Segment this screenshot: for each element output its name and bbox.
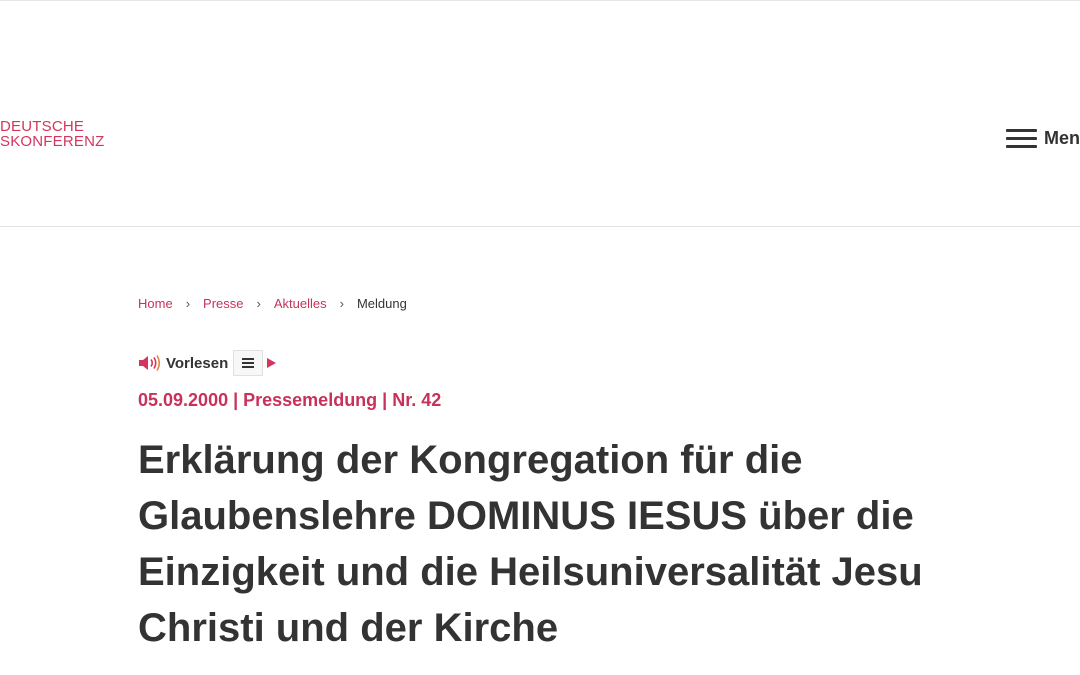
menu-label: Men [1044, 127, 1080, 148]
chevron-right-icon: › [185, 296, 191, 311]
site-header: DEUTSCHE SKONFERENZ Men [0, 0, 1080, 227]
menu-icon [242, 358, 255, 368]
readspeaker-bar: Vorlesen [138, 349, 277, 377]
article-meta: 05.09.2000 | Pressemeldung | Nr. 42 [138, 390, 442, 410]
article-title: Erklärung der Kongregation für die Glaub… [138, 438, 923, 650]
breadcrumb-current: Meldung [356, 296, 407, 311]
hamburger-icon [1004, 127, 1038, 149]
breadcrumb-home-link[interactable]: Home [138, 296, 173, 311]
logo-line-1: DEUTSCHE [0, 118, 85, 135]
chevron-right-icon: › [256, 296, 261, 311]
vorlesen-button[interactable]: Vorlesen [138, 354, 228, 372]
breadcrumb: Home › Presse › Aktuelles › Meldung [138, 296, 407, 311]
menu-button[interactable]: Men [1004, 125, 1080, 151]
site-logo[interactable]: DEUTSCHE SKONFERENZ [0, 119, 105, 149]
chevron-right-icon: › [339, 296, 344, 311]
page: DEUTSCHE SKONFERENZ Men Home › Presse › … [0, 0, 1080, 675]
breadcrumb-aktuelles-link[interactable]: Aktuelles [274, 296, 327, 311]
vorlesen-label: Vorlesen [166, 354, 229, 372]
breadcrumb-presse-link[interactable]: Presse [203, 296, 243, 311]
readspeaker-menu-button[interactable] [233, 350, 264, 376]
logo-line-2: SKONFERENZ [0, 133, 105, 150]
play-icon[interactable] [267, 358, 277, 368]
speaker-icon [139, 355, 161, 371]
